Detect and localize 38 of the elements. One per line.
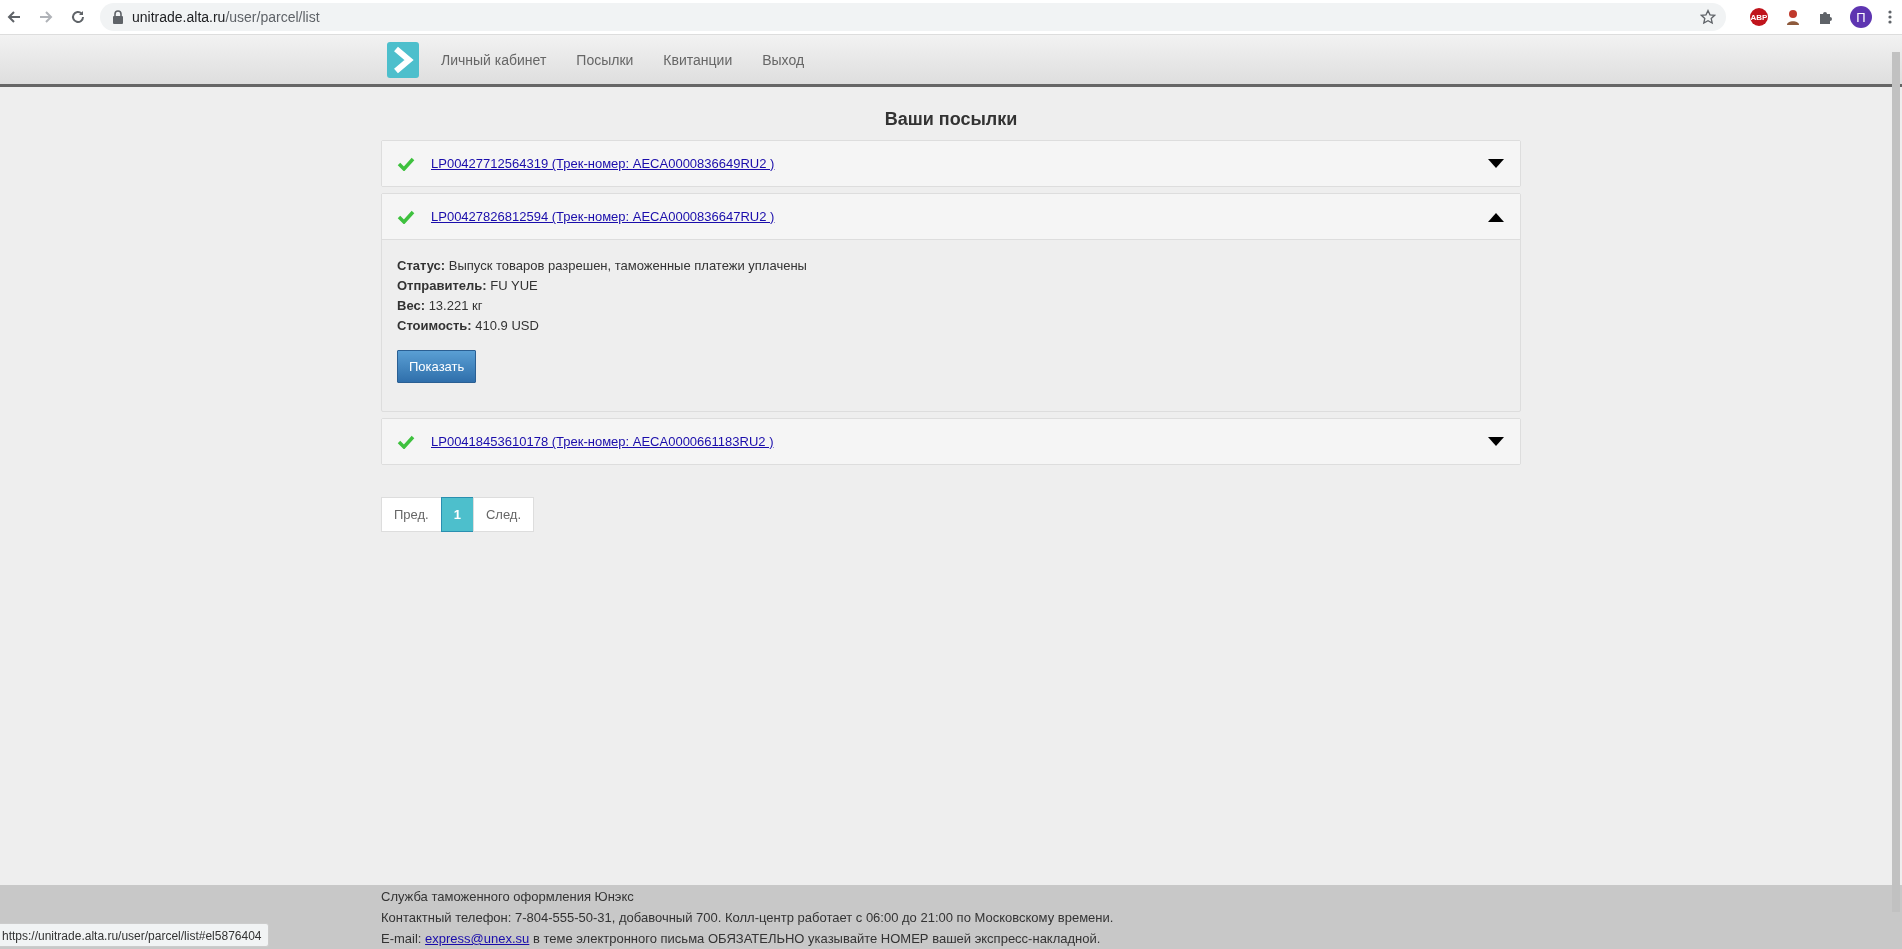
- footer-text: E-mail: express@unex.su в теме электронного письма ОБЯЗАТЕЛЬНО указывайте НОМЕР вашей экспресс-накладной.: [381, 930, 1102, 948]
- page-link[interactable]: След.: [472, 497, 535, 532]
- page-title: Ваши посылки: [883, 109, 1019, 130]
- url-text: unitrade.alta.ru/user/parcel/list: [132, 9, 321, 25]
- panel-header[interactable]: LP00418453610178 (Трек-номер: AECA0000661183RU2 ): [382, 419, 1520, 464]
- reload-icon[interactable]: [70, 9, 86, 25]
- detail-text: Отправитель: FU YUE: [397, 277, 539, 295]
- expand-icon[interactable]: [1488, 158, 1504, 169]
- status-url: https://unitrade.alta.ru/user/parcel/list#el5876404: [2, 929, 262, 943]
- page-link[interactable]: Пред.: [381, 497, 442, 532]
- email-link[interactable]: express@unex.su: [425, 931, 530, 946]
- nav-link[interactable]: Квитанции: [663, 51, 733, 68]
- footer-text: Служба таможенного оформления Юнэкс: [381, 888, 635, 906]
- footer-text: Контактный телефон: 7-804-555-50-31, добавочный 700. Колл-центр работает с 06:00 до 21:00 по Московскому времени.: [381, 909, 1115, 927]
- figure-icon[interactable]: [1784, 8, 1802, 26]
- puzzle-icon[interactable]: [1818, 9, 1834, 25]
- show-button[interactable]: Показать: [397, 350, 477, 383]
- detail-text: Вес: 13.221 кг: [397, 297, 484, 315]
- star-icon[interactable]: [1700, 9, 1716, 25]
- parcel-link[interactable]: LP00427712564319 (Трек-номер: AECA0000836649RU2 ): [431, 156, 1488, 171]
- panel-header[interactable]: LP00427712564319 (Трек-номер: AECA0000836649RU2 ): [382, 141, 1520, 186]
- panel-header[interactable]: LP00427826812594 (Трек-номер: AECA0000836647RU2 ): [382, 194, 1520, 240]
- nav-link[interactable]: Посылки: [576, 51, 634, 68]
- menu-icon[interactable]: [1888, 9, 1892, 25]
- detail-text: Стоимость: 410.9 USD: [397, 317, 540, 335]
- back-icon[interactable]: [6, 9, 22, 25]
- collapse-icon[interactable]: [1488, 211, 1504, 222]
- nav-link[interactable]: Личный кабинет: [441, 51, 547, 68]
- extension-badge[interactable]: ABP: [1750, 8, 1768, 26]
- parcel-link[interactable]: LP00418453610178 (Трек-номер: AECA0000661183RU2 ): [431, 434, 1488, 449]
- scrollbar[interactable]: [1892, 52, 1900, 912]
- lock-icon: [112, 10, 124, 24]
- nav-link[interactable]: Выход: [762, 51, 805, 68]
- address-bar[interactable]: unitrade.alta.ru/user/parcel/list: [100, 3, 1726, 31]
- expand-icon[interactable]: [1488, 436, 1504, 447]
- parcel-link[interactable]: LP00427826812594 (Трек-номер: AECA0000836647RU2 ): [431, 209, 1488, 224]
- profile-avatar[interactable]: П: [1850, 6, 1872, 28]
- detail-text: Статус: Выпуск товаров разрешен, таможенные платежи уплачены: [397, 257, 808, 275]
